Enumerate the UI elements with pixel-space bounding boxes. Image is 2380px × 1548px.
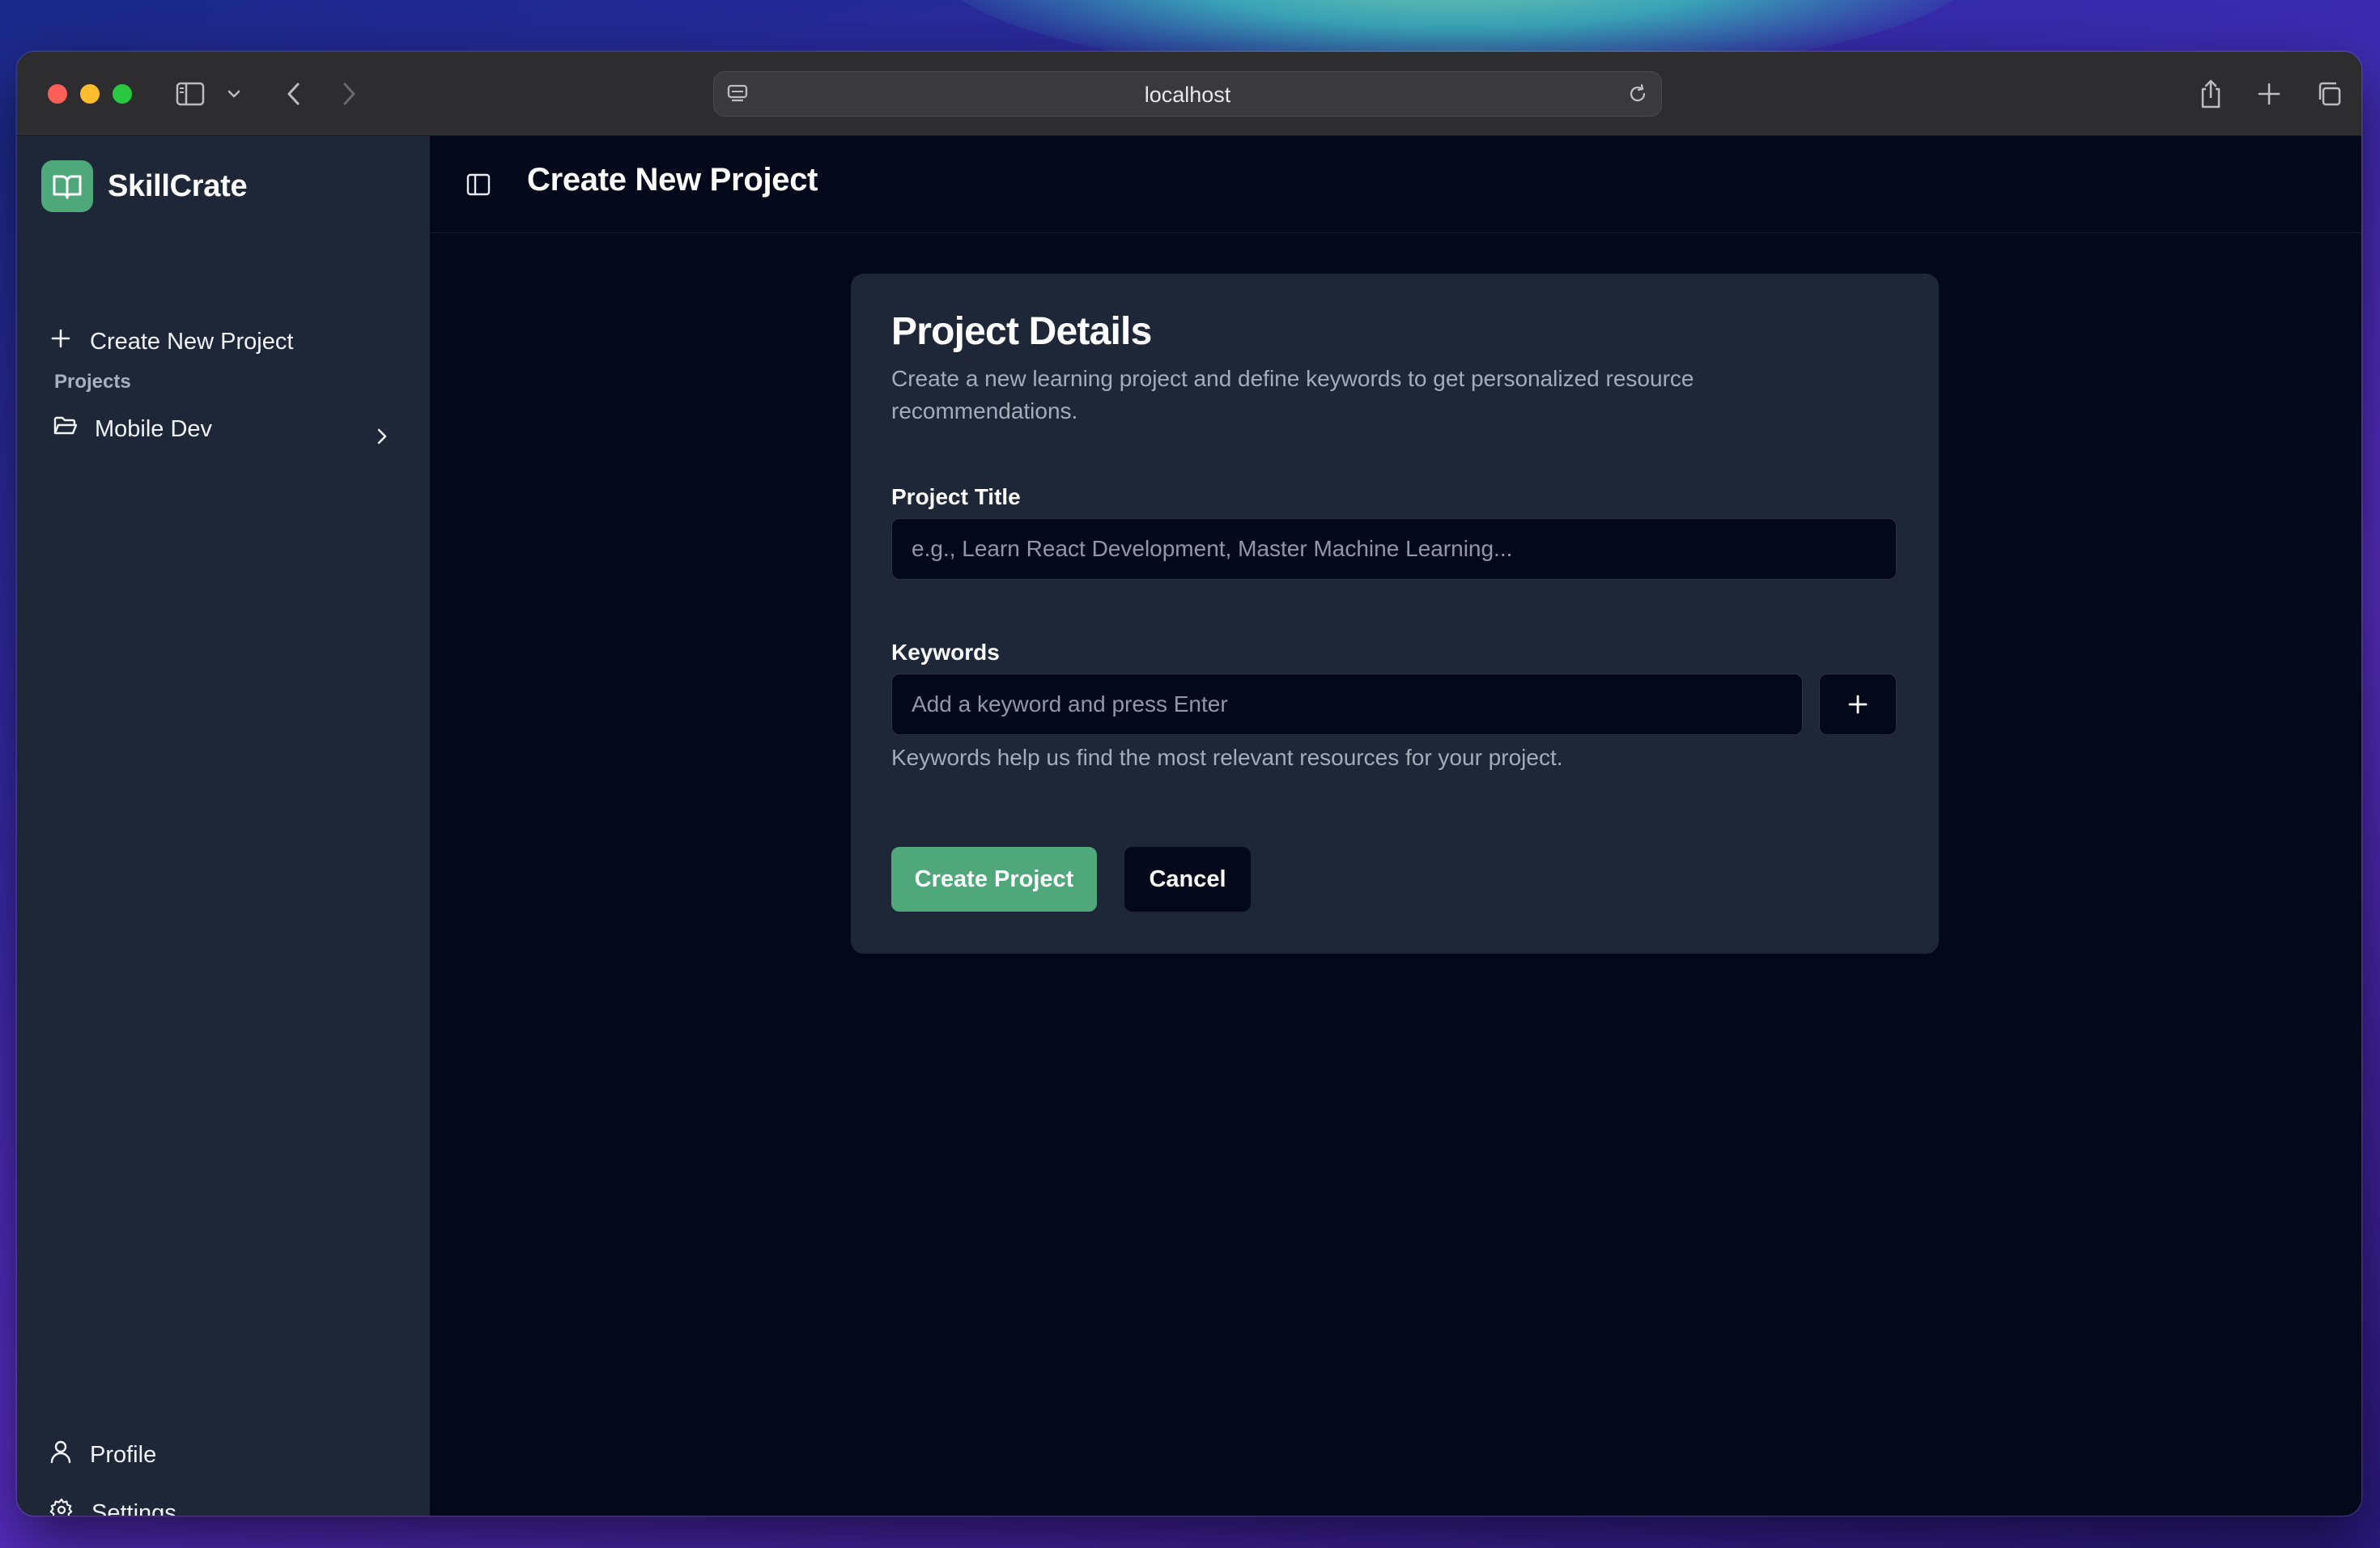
project-title-input[interactable] [891, 518, 1897, 580]
sidebar-create-label: Create New Project [90, 328, 294, 355]
page-title: Create New Project [527, 162, 818, 198]
chevron-down-icon[interactable] [224, 76, 244, 112]
card-description: Create a new learning project and define… [891, 366, 1694, 423]
keyword-input[interactable] [891, 674, 1803, 735]
url-text: localhost [1144, 83, 1231, 107]
book-open-icon [41, 160, 93, 212]
sidebar-create-project[interactable]: Create New Project [49, 327, 293, 356]
tabs-overview-icon[interactable] [2313, 76, 2345, 112]
sidebar-item-label: Settings [91, 1499, 176, 1516]
page-header: Create New Project [430, 136, 2361, 233]
add-keyword-button[interactable] [1819, 674, 1897, 735]
back-icon[interactable] [278, 76, 310, 112]
plus-icon [49, 327, 72, 356]
project-title-label: Project Title [891, 484, 1021, 509]
sidebar-item-label: Mobile Dev [95, 415, 213, 442]
brand-name: SkillCrate [108, 168, 248, 203]
new-tab-icon[interactable] [2253, 76, 2285, 112]
sidebar-item-settings[interactable]: Settings [49, 1498, 176, 1516]
project-details-card: Project Details Create a new learning pr… [851, 274, 1939, 954]
sidebar-icon[interactable] [172, 76, 208, 112]
sidebar-item-mobile-dev[interactable]: Mobile Dev [53, 415, 212, 444]
forward-icon[interactable] [333, 76, 365, 112]
user-icon [49, 1440, 72, 1470]
projects-section-label: Projects [54, 371, 131, 393]
browser-window: localhost SkillCrate Create New Project … [17, 52, 2361, 1516]
browser-toolbar: localhost [17, 52, 2361, 136]
address-bar[interactable]: localhost [713, 71, 1662, 117]
brand[interactable]: SkillCrate [41, 160, 248, 212]
reload-icon[interactable] [1626, 82, 1650, 110]
window-controls [48, 84, 132, 104]
minimize-window-button[interactable] [80, 84, 100, 104]
card-title: Project Details [891, 310, 1152, 353]
zoom-window-button[interactable] [113, 84, 132, 104]
app-root: SkillCrate Create New Project Projects M… [17, 136, 2361, 1516]
keywords-hint: Keywords help us find the most relevant … [891, 745, 1563, 770]
share-icon[interactable] [2195, 76, 2227, 112]
cancel-button[interactable]: Cancel [1124, 847, 1251, 912]
sidebar-toggle-icon[interactable] [465, 172, 491, 202]
sidebar-item-profile[interactable]: Profile [49, 1440, 156, 1470]
close-window-button[interactable] [48, 84, 67, 104]
gear-icon [49, 1498, 74, 1516]
sidebar: SkillCrate Create New Project Projects M… [17, 136, 430, 1516]
main-content: Create New Project Project Details Creat… [430, 136, 2361, 1516]
keywords-label: Keywords [891, 640, 1000, 665]
chevron-right-icon[interactable] [375, 425, 389, 452]
plus-icon [1848, 695, 1868, 714]
sidebar-item-label: Profile [90, 1441, 157, 1468]
create-project-button[interactable]: Create Project [891, 847, 1097, 912]
folder-open-icon [53, 415, 79, 444]
